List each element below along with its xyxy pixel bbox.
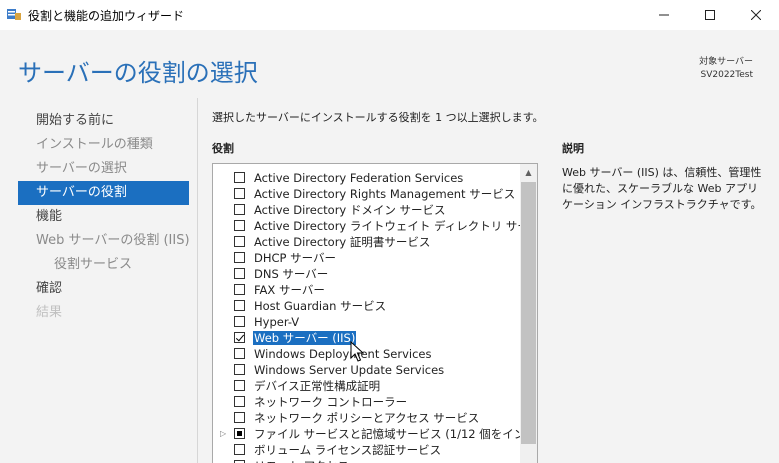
minimize-icon (659, 14, 669, 16)
nav-step-confirmation[interactable]: 確認 (18, 277, 189, 301)
role-list-item[interactable]: ネットワーク コントローラー (213, 394, 519, 410)
role-list-item[interactable]: ▷ ファイル サービスと記憶域サービス (1/12 個をインストール済 (213, 426, 537, 442)
page-title: サーバーの役割の選択 (18, 59, 258, 87)
role-checkbox[interactable] (234, 300, 245, 311)
role-list-item[interactable]: Windows Server Update Services (213, 362, 519, 378)
role-checkbox[interactable] (234, 396, 245, 407)
role-checkbox[interactable] (234, 348, 245, 359)
instruction-text: 選択したサーバーにインストールする役割を 1 つ以上選択します。 (212, 111, 544, 124)
role-label: DNS サーバー (254, 267, 329, 281)
vertical-scrollbar[interactable]: ▲ (520, 164, 537, 463)
role-label: Active Directory Rights Management サービス (254, 187, 516, 201)
close-button[interactable] (733, 0, 779, 30)
role-label: ボリューム ライセンス認証サービス (254, 443, 442, 457)
role-label: Windows Deployment Services (254, 347, 432, 361)
expand-arrow-icon[interactable]: ▷ (220, 429, 226, 438)
nav-step-role-services[interactable]: 役割サービス (18, 253, 189, 277)
role-checkbox[interactable] (234, 188, 245, 199)
close-icon (751, 10, 761, 20)
target-server-label: 対象サーバー (699, 57, 753, 67)
nav-step-server-selection[interactable]: サーバーの選択 (18, 157, 189, 181)
role-list-item[interactable]: ネットワーク ポリシーとアクセス サービス (213, 410, 519, 426)
maximize-button[interactable] (687, 0, 733, 30)
window-title: 役割と機能の追加ウィザード (28, 9, 185, 23)
roles-list[interactable]: Active Directory Federation Services Acti… (212, 163, 538, 463)
role-list-item[interactable]: Active Directory 証明書サービス (213, 234, 519, 250)
role-list-item[interactable]: Host Guardian サービス (213, 298, 519, 314)
roles-heading: 役割 (212, 142, 234, 155)
role-checkbox[interactable] (234, 252, 245, 263)
role-list-item[interactable]: Active Directory ドメイン サービス (213, 202, 519, 218)
role-list-item[interactable]: Active Directory Rights Management サービス (213, 186, 519, 202)
role-checkbox[interactable] (234, 220, 245, 231)
role-label: リモート アクセス (254, 459, 349, 463)
role-label: Active Directory ドメイン サービス (254, 203, 446, 217)
role-label: Windows Server Update Services (254, 363, 445, 377)
role-list-item[interactable]: Hyper-V (213, 314, 519, 330)
role-list-item[interactable]: Windows Deployment Services (213, 346, 519, 362)
role-list-item[interactable]: Active Directory ライトウェイト ディレクトリ サービス (213, 218, 537, 234)
nav-step-before-you-begin[interactable]: 開始する前に (18, 109, 189, 133)
role-list-item[interactable]: FAX サーバー (213, 282, 519, 298)
roles-list-items: Active Directory Federation Services Acti… (213, 170, 537, 463)
role-list-item[interactable]: DHCP サーバー (213, 250, 519, 266)
role-label: ファイル サービスと記憶域サービス (1/12 個をインストール済 (254, 427, 537, 441)
role-checkbox[interactable] (234, 332, 245, 343)
role-list-item[interactable]: デバイス正常性構成証明 (213, 378, 519, 394)
role-label: DHCP サーバー (254, 251, 337, 265)
wizard-server-icon (6, 7, 22, 21)
maximize-icon (705, 10, 715, 20)
title-bar: 役割と機能の追加ウィザード (0, 0, 779, 30)
role-label: Web サーバー (IIS) (253, 331, 357, 345)
role-list-item[interactable]: Web サーバー (IIS) (213, 330, 519, 346)
nav-step-results: 結果 (36, 305, 63, 320)
role-label: ネットワーク ポリシーとアクセス サービス (254, 411, 480, 425)
role-checkbox[interactable] (234, 444, 245, 455)
scroll-up-arrow-icon[interactable]: ▲ (520, 164, 537, 181)
role-label: Active Directory 証明書サービス (254, 235, 431, 249)
role-checkbox[interactable] (234, 268, 245, 279)
role-label: ネットワーク コントローラー (254, 395, 408, 409)
nav-step-installation-type[interactable]: インストールの種類 (18, 133, 189, 157)
nav-step-server-roles[interactable]: サーバーの役割 (18, 181, 189, 205)
minimize-button[interactable] (641, 0, 687, 30)
target-server: 対象サーバー SV2022Test (699, 56, 753, 82)
role-label: Active Directory ライトウェイト ディレクトリ サービス (254, 219, 538, 233)
role-checkbox[interactable] (234, 364, 245, 375)
role-checkbox[interactable] (234, 172, 245, 183)
nav-step-web-server-role[interactable]: Web サーバーの役割 (IIS) (18, 229, 190, 253)
role-checkbox[interactable] (234, 428, 245, 439)
role-list-item[interactable]: Active Directory Federation Services (213, 170, 519, 186)
role-checkbox[interactable] (234, 380, 245, 391)
role-list-item[interactable]: リモート アクセス (213, 458, 519, 463)
role-list-item[interactable]: DNS サーバー (213, 266, 519, 282)
role-list-item[interactable]: ボリューム ライセンス認証サービス (213, 442, 519, 458)
role-label: デバイス正常性構成証明 (254, 379, 381, 393)
role-checkbox[interactable] (234, 316, 245, 327)
panel-divider (197, 98, 198, 463)
description-text: Web サーバー (IIS) は、信頼性、管理性に優れた、スケーラブルな Web… (562, 166, 762, 211)
role-checkbox[interactable] (234, 204, 245, 215)
mouse-pointer-icon (350, 341, 364, 362)
role-label: Active Directory Federation Services (254, 171, 464, 185)
role-label: FAX サーバー (254, 283, 325, 297)
role-checkbox[interactable] (234, 284, 245, 295)
role-label: Host Guardian サービス (254, 299, 387, 313)
wizard-steps-nav: 開始する前に インストールの種類 サーバーの選択 サーバーの役割 機能 Web … (18, 109, 190, 325)
role-checkbox[interactable] (234, 236, 245, 247)
description-heading: 説明 (562, 142, 584, 155)
role-checkbox[interactable] (234, 412, 245, 423)
nav-step-features[interactable]: 機能 (18, 205, 189, 229)
target-server-name: SV2022Test (700, 70, 754, 80)
role-label: Hyper-V (254, 315, 300, 329)
scroll-thumb[interactable] (521, 182, 536, 444)
